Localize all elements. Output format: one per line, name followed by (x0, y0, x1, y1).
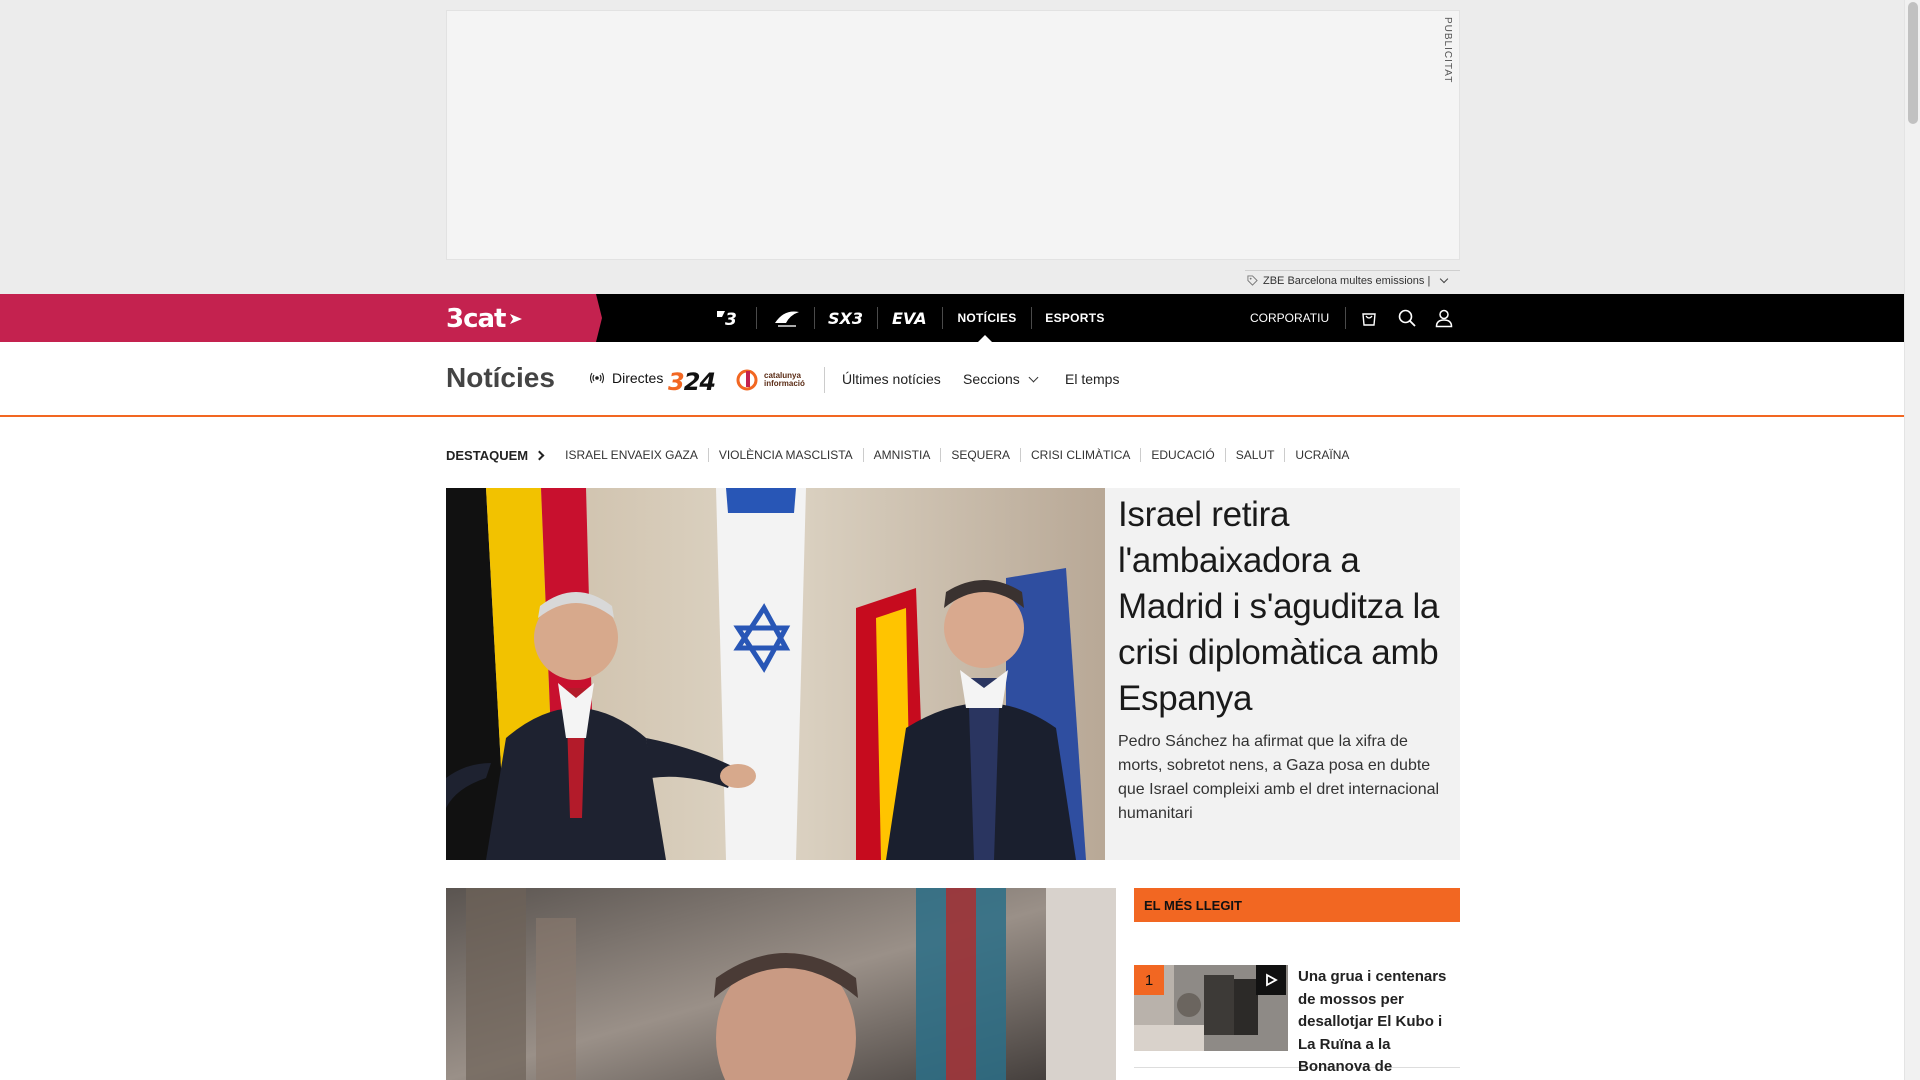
chevron-right-icon (534, 450, 545, 460)
channel-sx3[interactable]: SX3 (826, 294, 866, 342)
search-icon[interactable] (1397, 308, 1417, 328)
advertising-zone: PUBLICITAT ZBE Barcelona multes emission… (0, 0, 1904, 294)
highlight-item[interactable]: ISRAEL ENVAEIX GAZA (555, 448, 708, 462)
second-photo (446, 888, 1116, 1080)
brand-logo[interactable]: 3cat (446, 304, 524, 334)
link-ultimes-noticies[interactable]: Últimes notícies (842, 371, 941, 387)
most-read-headline[interactable]: Una grua i centenars de mossos per desal… (1298, 966, 1448, 1080)
svg-text:SX3: SX3 (828, 309, 863, 327)
logo-catalunya-informacio[interactable]: catalunya informació (736, 369, 808, 391)
tv3-logo-icon: 3 (717, 310, 737, 328)
link-el-temps[interactable]: El temps (1065, 371, 1119, 387)
highlight-item[interactable]: EDUCACIÓ (1140, 448, 1224, 462)
highlights-title[interactable]: DESTAQUEM (446, 447, 545, 463)
nav-esports-label: ESPORTS (1045, 311, 1105, 325)
ad-banner[interactable]: PUBLICITAT (446, 10, 1460, 260)
section-title[interactable]: Notícies (446, 362, 555, 394)
brand-name: 3cat (446, 304, 506, 334)
most-read-item[interactable]: 1 Una grua i centenars de mossos per des… (1134, 922, 1460, 1075)
ad-topic-text: ZBE Barcelona multes emissions | (1263, 274, 1431, 287)
highlight-item[interactable]: SEQUERA (940, 448, 1020, 462)
lead-story-image[interactable] (446, 488, 1105, 860)
rank-badge: 1 (1134, 965, 1164, 995)
highlight-item[interactable]: UCRAÏNA (1284, 448, 1359, 462)
highlight-item[interactable]: CRISI CLIMÀTICA (1020, 448, 1140, 462)
svg-text:3: 3 (725, 310, 737, 328)
channel-eva[interactable]: EVA (890, 294, 930, 342)
most-read-panel: EL MÉS LLEGIT 1 Una grua i centenars de … (1134, 888, 1460, 1080)
chevron-down-icon (1028, 372, 1039, 383)
highlight-item[interactable]: VIOLÈNCIA MASCLISTA (707, 448, 863, 462)
link-seccions[interactable]: Seccions (963, 371, 1039, 387)
highlights-title-label: DESTAQUEM (446, 447, 529, 463)
lead-story-text[interactable]: Israel retira l'ambaixadora a Madrid i s… (1105, 488, 1460, 860)
ad-label: PUBLICITAT (1442, 17, 1453, 84)
lead-headline[interactable]: Israel retira l'ambaixadora a Madrid i s… (1118, 492, 1446, 722)
channel-catradio[interactable] (770, 294, 804, 342)
eva-logo-icon: EVA (892, 309, 927, 327)
svg-text:EVA: EVA (892, 309, 927, 327)
live-label: Directes (612, 370, 664, 386)
live-button[interactable]: Directes (590, 370, 663, 386)
ci-emblem-icon (736, 369, 758, 391)
live-broadcast-icon (590, 372, 604, 384)
highlight-item[interactable]: AMNISTIA (862, 448, 941, 462)
corporate-link[interactable]: CORPORATIU (1250, 294, 1329, 342)
page-scrollbar[interactable] (1904, 0, 1920, 1080)
section-header: Notícies Directes 324 catalunya informac… (0, 342, 1904, 417)
scrollbar-thumb[interactable] (1908, 2, 1918, 124)
channel-tv3[interactable]: 3 (712, 294, 746, 342)
shop-icon[interactable] (1359, 308, 1379, 328)
active-nav-indicator (978, 335, 992, 342)
nav-noticies-label: NOTÍCIES (957, 311, 1017, 325)
top-navigation: 3cat 3 SX3 EVA NOTÍCIES ESPORTS CORPORAT… (0, 294, 1904, 342)
highlights-bar: DESTAQUEM ISRAEL ENVAEIX GAZA VIOLÈNCIA … (446, 444, 1359, 466)
lead-photo (446, 488, 1105, 860)
sx3-logo-icon: SX3 (828, 309, 863, 327)
second-story-image[interactable] (446, 888, 1116, 1080)
link-seccions-label: Seccions (963, 371, 1020, 387)
highlight-item[interactable]: SALUT (1224, 448, 1285, 462)
tag-icon (1247, 275, 1258, 286)
nav-esports[interactable]: ESPORTS (1042, 294, 1108, 342)
user-icon[interactable] (1434, 308, 1454, 328)
section-divider (824, 367, 825, 393)
most-read-title: EL MÉS LLEGIT (1134, 888, 1460, 922)
chevron-down-icon[interactable] (1440, 274, 1449, 283)
ad-topic-tag[interactable]: ZBE Barcelona multes emissions | (1245, 270, 1460, 290)
play-icon[interactable] (1256, 965, 1286, 995)
lead-summary: Pedro Sánchez ha afirmat que la xifra de… (1118, 733, 1440, 822)
brand-arrow-icon (510, 314, 523, 324)
logo-324[interactable]: 324 (668, 368, 716, 396)
catradio-logo-icon (775, 311, 799, 327)
corporate-label: CORPORATIU (1250, 311, 1330, 325)
logo-ci-text: catalunya informació (764, 371, 805, 388)
